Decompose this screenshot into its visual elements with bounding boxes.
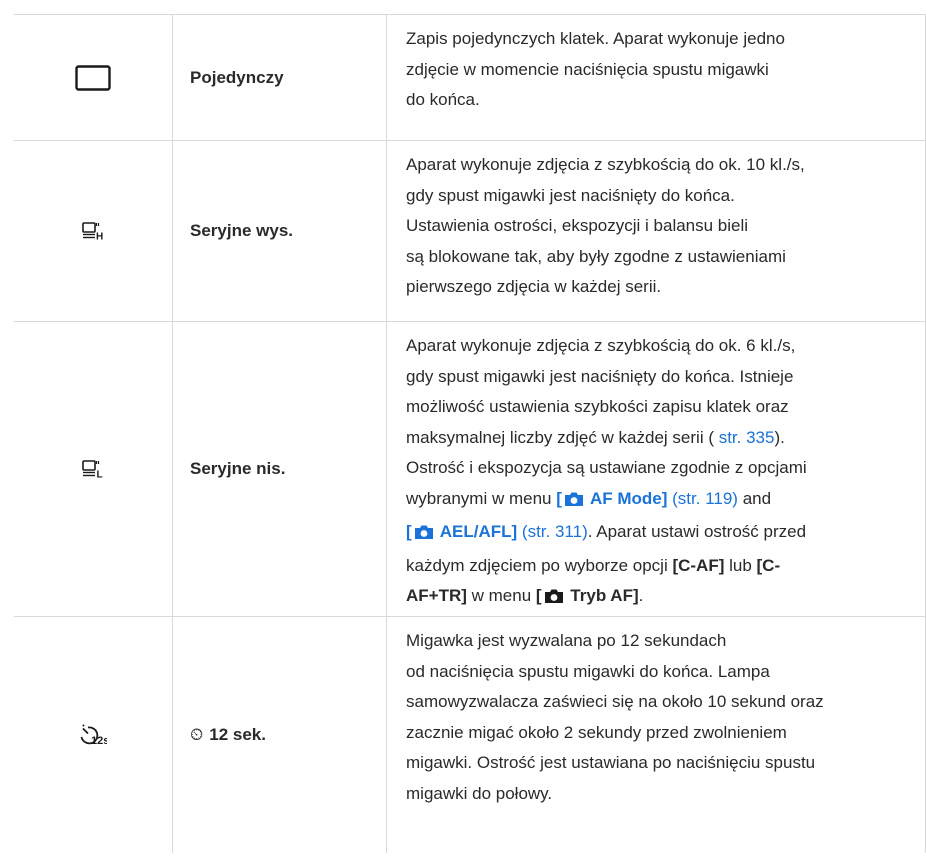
description-line: są blokowane tak, aby były zgodne z usta… [406,246,786,266]
description-line: możliwość ustawienia szybkości zapisu kl… [406,397,789,416]
bracket: [ [535,586,542,605]
text-run: ). [774,427,785,447]
description-line: do końca. [406,90,480,109]
table-row: H Seryjne wys. Aparat wykonuje zdjęcia z… [14,141,926,322]
mode-name: Pojedynczy [172,15,386,140]
mode-description: Migawka jest wyzwalana po 12 sekundach o… [386,617,926,853]
page-reference-link[interactable]: (str. 119) [667,489,738,508]
page-reference-link[interactable]: (str. 311) [517,522,588,541]
description-line: gdy spust migawki jest naciśnięty do koń… [406,185,735,205]
mode-name-label: 12 sek. [209,725,266,744]
page-reference-link[interactable]: str. 335 [714,428,775,447]
description-line: zdjęcie w momencie naciśnięcia spustu mi… [406,59,769,79]
description-line: każdym zdjęciem po wyborze opcji [C-AF] … [406,551,911,582]
mode-name: ⏲ 12 sek. [172,617,386,853]
mode-description: Zapis pojedynczych klatek. Aparat wykonu… [386,15,926,140]
description-line: Ostrość i ekspozycja są ustawiane zgodni… [406,458,807,477]
sequential-high-icon: H [14,141,172,321]
mode-description: Aparat wykonuje zdjęcia z szybkością do … [386,322,926,616]
text-run: . [638,586,644,605]
description-line: gdy spust migawki jest naciśnięty do koń… [406,366,794,386]
description-line: zacznie migać około 2 sekundy przed zwol… [406,722,787,742]
menu-name: AEL/AFL] [435,522,518,541]
camera-icon [414,520,434,551]
menu-name: Tryb AF] [565,586,639,605]
description-line: od naciśnięcia spustu migawki do końca. … [406,661,770,681]
description-line: Ustawienia ostrości, ekspozycji i balans… [406,216,749,235]
table-row: Pojedynczy Zapis pojedynczych klatek. Ap… [14,15,926,141]
mode-name: Seryjne wys. [172,141,386,321]
description-line: Zapis pojedynczych klatek. Aparat wykonu… [406,29,785,48]
text-run: maksymalnej liczby zdjęć w każdej serii … [406,427,714,447]
description-line: Aparat wykonuje zdjęcia z szybkością do … [406,155,805,174]
text-run: lub [724,555,757,575]
description-line: AF+TR] w menu [ Tryb AF]. [406,581,911,615]
option-c-af-tr: [C- [756,555,781,575]
description-line: Aparat wykonuje zdjęcia z szybkością do … [406,336,796,355]
description-line: Migawka jest wyzwalana po 12 sekundach [406,631,727,650]
camera-icon [544,584,564,615]
mode-description: Aparat wykonuje zdjęcia z szybkością do … [386,141,926,321]
svg-text:12s: 12s [91,735,107,746]
description-line: maksymalnej liczby zdjęć w każdej serii … [406,423,911,454]
description-line: [ AEL/AFL] (str. 311). Aparat ustawi ost… [406,517,911,551]
bracket: [ [556,488,562,508]
self-timer-icon: ⏲ [190,725,204,744]
option-c-af: [C-AF] [672,555,725,575]
description-line: migawki do połowy. [406,783,553,803]
menu-tryb-af: [ Tryb AF] [536,586,639,605]
drive-mode-table: Pojedynczy Zapis pojedynczych klatek. Ap… [14,14,926,853]
svg-text:H: H [96,232,103,241]
description-line: pierwszego zdjęcia w każdej serii. [406,277,662,296]
menu-link-ael-afl[interactable]: [ AEL/AFL] [406,522,517,541]
description-line: wybranymi w menu [ AF Mode] (str. 119) a… [406,484,911,518]
menu-name: AF Mode] [585,488,668,508]
text-run: każdym zdjęciem po wyborze opcji [406,555,673,575]
menu-link-af-mode[interactable]: [ AF Mode] [556,489,667,508]
mode-name: Seryjne nis. [172,322,386,616]
option-c-af-tr: AF+TR] [406,586,467,605]
svg-text:L: L [97,470,103,479]
description-line: samowyzwalacza zaświeci się na około 10 … [406,692,824,711]
table-row: L Seryjne nis. Aparat wykonuje zdjęcia z… [14,322,926,617]
table-row: 12s ⏲ 12 sek. Migawka jest wyzwalana po 1… [14,617,926,853]
single-frame-icon [14,15,172,140]
camera-icon [564,487,584,518]
text-run: w menu [466,586,536,605]
bracket: [ [406,522,412,541]
sequential-low-icon: L [14,322,172,616]
text-run: . Aparat ustawi ostrość przed [587,522,807,541]
text-run: and [737,488,772,508]
self-timer-12s-icon: 12s [14,617,172,853]
description-line: migawki. Ostrość jest ustawiana po naciś… [406,753,816,772]
text-run: wybranymi w menu [406,488,557,508]
